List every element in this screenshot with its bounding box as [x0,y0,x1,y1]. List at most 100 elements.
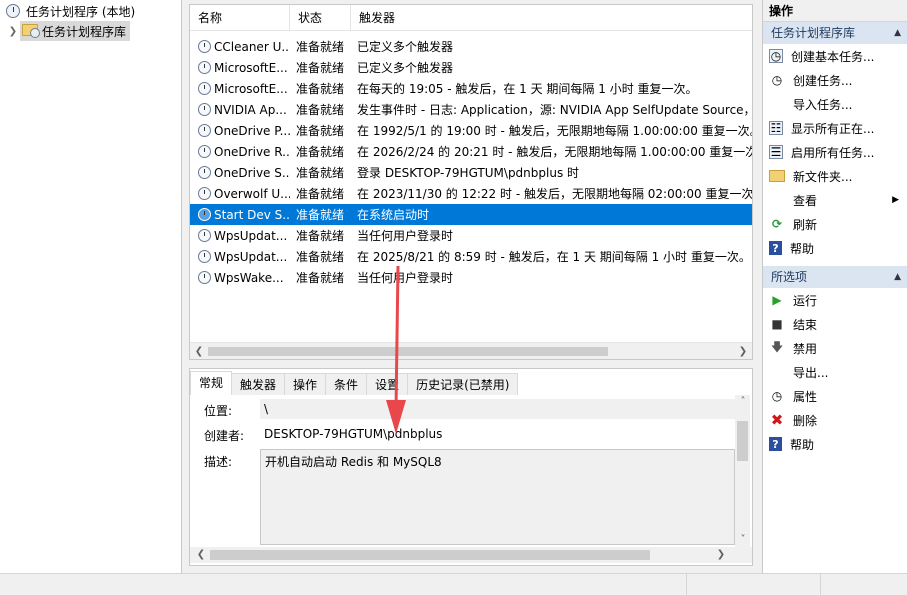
tab-history[interactable]: 历史记录(已禁用) [407,373,519,395]
running-tasks-icon: ☷ [769,121,783,135]
task-name-cell: WpsWake... [190,271,290,285]
task-clock-icon [198,250,211,263]
create-basic-task-icon: ◷ [769,49,783,63]
action-item[interactable]: 查看 ▶ [763,188,907,212]
action-item[interactable]: ? 帮助 [763,236,907,260]
task-trigger: 登录 DESKTOP-79HGTUM\pdnbplus 时 [357,166,580,180]
task-status: 准备就绪 [296,124,345,138]
action-label: 创建基本任务... [791,49,875,64]
action-item[interactable]: 🡇 禁用 [763,336,907,360]
task-status: 准备就绪 [296,145,345,159]
task-trigger: 在 2026/2/24 的 20:21 时 - 触发后，无限期地每隔 1.00:… [357,145,752,159]
tab-conditions[interactable]: 条件 [325,373,368,395]
task-row[interactable]: OneDrive S... 准备就绪 登录 DESKTOP-79HGTUM\pdnb… [190,162,752,183]
task-name-cell: OneDrive S... [190,166,290,180]
task-row[interactable]: OneDrive P... 准备就绪在 1992/5/1 的 19:00 时 - … [190,120,752,141]
task-row[interactable]: CCleaner U... 准备就绪 已定义多个触发器 [190,36,752,57]
run-icon: ▶ [772,293,782,307]
section-selected-label: 所选项 [771,270,808,284]
task-trigger: 已定义多个触发器 [357,61,454,75]
scroll-left-icon[interactable]: ❮ [192,345,206,358]
author-field: DESKTOP-79HGTUM\pdnbplus [260,424,735,444]
tree-item-root[interactable]: 任务计划程序 (本地) [6,1,135,21]
scroll-right-icon[interactable]: ❯ [714,548,728,561]
actions-section-library[interactable]: 任务计划程序库 ▲ [763,22,907,44]
action-item[interactable]: ⟳ 刷新 [763,212,907,236]
center-pane: 名称 状态 触发器 CCleaner U... 准备就绪 已定义多个触发器 Micro… [187,0,757,573]
task-row[interactable]: MicrosoftE... 准备就绪 在每天的 19:05 - 触发后，在 1 天 … [190,78,752,99]
scroll-down-icon[interactable]: ˅ [736,533,750,546]
task-row[interactable]: OneDrive R... 准备就绪在 2026/2/24 的 20:21 时 -… [190,141,752,162]
action-label: 帮助 [790,241,815,256]
task-name-cell: NVIDIA Ap... [190,103,290,117]
scroll-left-icon[interactable]: ❮ [194,548,208,561]
export-icon [769,364,785,380]
collapse-up-icon[interactable]: ▲ [894,266,901,288]
task-row[interactable]: NVIDIA Ap... 准备就绪 发生事件时 - 日志: Application，… [190,99,752,120]
history-icon: ☰ [769,145,783,159]
task-row[interactable]: Overwolf U... 准备就绪在 2023/11/30 的 12:22 时 … [190,183,752,204]
detail-vscrollbar[interactable]: ˄ ˅ [735,395,750,547]
task-name: NVIDIA Ap... [214,102,287,117]
action-item[interactable]: 新文件夹... [763,164,907,188]
action-item[interactable]: 导出... [763,360,907,384]
task-name: OneDrive R... [214,144,290,159]
task-clock-icon [198,82,211,95]
action-item[interactable]: ✖ 删除 [763,408,907,432]
scroll-up-icon[interactable]: ˄ [736,395,750,408]
task-row[interactable]: Start Dev S... 准备就绪 在系统启动时 [190,204,752,225]
action-item[interactable]: ▶ 运行 [763,288,907,312]
task-trigger: 在每天的 19:05 - 触发后，在 1 天 期间每隔 1 小时 重复一次。 [357,82,698,96]
refresh-icon: ⟳ [771,217,783,231]
action-label: 查看 [793,193,818,208]
action-label: 删除 [793,413,818,428]
tree-item-library[interactable]: ❯ 任务计划程序库 [6,21,131,41]
action-item[interactable]: ◷ 属性 [763,384,907,408]
task-clock-icon [198,187,211,200]
task-trigger: 已定义多个触发器 [357,40,454,54]
actions-list-library: ◷ 创建基本任务... ◷ 创建任务... 导入任务... ☷ 显示所有正在... ☰ 启用所有… [763,44,907,260]
action-item[interactable]: ? 帮助 [763,432,907,456]
action-item[interactable]: ☷ 显示所有正在... [763,116,907,140]
description-label: 描述: [204,455,233,469]
task-row[interactable]: MicrosoftE... 准备就绪 已定义多个触发器 [190,57,752,78]
hscroll-thumb[interactable] [210,550,650,560]
task-row[interactable]: WpsWake... 准备就绪 当任何用户登录时 [190,267,752,288]
tree-item-library-selected[interactable]: 任务计划程序库 [20,21,131,41]
task-row[interactable]: WpsUpdat... 准备就绪在 2025/8/21 的 8:59 时 - 触发… [190,246,752,267]
column-header-trigger[interactable]: 触发器 [351,5,752,30]
action-item[interactable]: 导入任务... [763,92,907,116]
action-item[interactable]: ◷ 创建任务... [763,68,907,92]
task-list-hscrollbar[interactable]: ❮ ❯ [190,342,752,359]
hscroll-thumb[interactable] [208,347,608,356]
action-label: 属性 [793,389,818,404]
vscroll-thumb[interactable] [737,421,748,461]
task-library-icon [22,24,40,38]
task-name: MicrosoftE... [214,60,288,75]
status-segment [820,574,907,595]
task-name: Start Dev S... [214,207,290,222]
action-label: 显示所有正在... [791,121,875,136]
task-clock-icon [198,208,211,221]
task-detail-panel: 常规 触发器 操作 条件 设置 历史记录(已禁用) 位置: \ 创建者: DES… [189,368,753,566]
tab-settings[interactable]: 设置 [366,373,409,395]
column-header-status[interactable]: 状态 [290,5,351,30]
scroll-right-icon[interactable]: ❯ [736,345,750,358]
collapse-up-icon[interactable]: ▲ [894,22,901,44]
chevron-right-icon[interactable]: ❯ [6,26,20,37]
action-item[interactable]: ■ 结束 [763,312,907,336]
task-row[interactable]: WpsUpdat... 准备就绪 当任何用户登录时 [190,225,752,246]
column-header-name[interactable]: 名称 [190,5,290,30]
tab-triggers[interactable]: 触发器 [231,373,286,395]
tab-general[interactable]: 常规 [190,371,233,395]
task-name-cell: Start Dev S... [190,208,290,222]
tab-actions[interactable]: 操作 [284,373,327,395]
task-clock-icon [198,145,211,158]
task-name: CCleaner U... [214,39,290,54]
action-item[interactable]: ◷ 创建基本任务... [763,44,907,68]
tree-root-label: 任务计划程序 (本地) [26,4,136,19]
detail-hscrollbar[interactable]: ❮ ❯ [190,547,752,563]
action-item[interactable]: ☰ 启用所有任务... [763,140,907,164]
task-scheduler-window: 任务计划程序 (本地) ❯ 任务计划程序库 名称 状态 触发器 CCleaner… [0,0,907,595]
actions-section-selected[interactable]: 所选项 ▲ [763,266,907,288]
